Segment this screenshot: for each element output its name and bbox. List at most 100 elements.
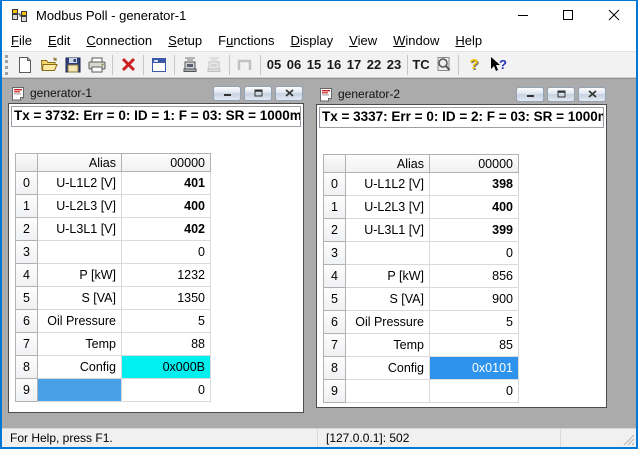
alias-cell-row-0[interactable]: U-L1L2 [V]: [38, 172, 122, 195]
row-header-0[interactable]: 0: [324, 173, 346, 196]
open-file-button[interactable]: [37, 54, 61, 76]
row-header-7[interactable]: 7: [324, 334, 346, 357]
row-header-4[interactable]: 4: [324, 265, 346, 288]
row-header-9[interactable]: 9: [16, 379, 38, 402]
value-cell-row-6[interactable]: 5: [430, 311, 519, 334]
row-header-3[interactable]: 3: [16, 241, 38, 264]
row-header-6[interactable]: 6: [324, 311, 346, 334]
toolbar-fc-22-button[interactable]: 22: [364, 54, 384, 76]
toolbar-fc-06-button[interactable]: 06: [284, 54, 304, 76]
value-cell-row-3[interactable]: 0: [430, 242, 519, 265]
about-help-button[interactable]: ?: [462, 54, 486, 76]
alias-cell-row-7[interactable]: Temp: [346, 334, 430, 357]
alias-cell-row-7[interactable]: Temp: [38, 333, 122, 356]
print-button[interactable]: [85, 54, 109, 76]
row-header-1[interactable]: 1: [324, 196, 346, 219]
alias-cell-row-9[interactable]: [38, 379, 122, 402]
grid-corner-cell[interactable]: [324, 155, 346, 173]
communication-traffic-button[interactable]: [431, 54, 455, 76]
value-cell-row-9[interactable]: 0: [430, 380, 519, 403]
row-header-8[interactable]: 8: [324, 357, 346, 380]
menu-file[interactable]: File: [3, 30, 40, 51]
tc-button[interactable]: TC: [411, 54, 431, 76]
save-file-button[interactable]: [61, 54, 85, 76]
row-header-6[interactable]: 6: [16, 310, 38, 333]
row-header-5[interactable]: 5: [16, 287, 38, 310]
resize-grip[interactable]: [622, 433, 635, 446]
alias-cell-row-6[interactable]: Oil Pressure: [38, 310, 122, 333]
child-minimize-button[interactable]: [213, 86, 241, 101]
alias-cell-row-4[interactable]: P [kW]: [346, 265, 430, 288]
row-header-2[interactable]: 2: [324, 219, 346, 242]
cancel-button[interactable]: [116, 54, 140, 76]
toolbar-fc-15-button[interactable]: 15: [304, 54, 324, 76]
maximize-button[interactable]: [546, 1, 591, 29]
minimize-button[interactable]: [501, 1, 546, 29]
toolbar-fc-17-button[interactable]: 17: [344, 54, 364, 76]
column-header-Alias[interactable]: Alias: [346, 155, 430, 173]
alias-cell-row-2[interactable]: U-L3L1 [V]: [346, 219, 430, 242]
title-bar[interactable]: Modbus Poll - generator-1: [2, 1, 636, 29]
context-help-button[interactable]: ?: [486, 54, 510, 76]
child-close-button[interactable]: [578, 87, 606, 102]
value-cell-row-4[interactable]: 856: [430, 265, 519, 288]
column-header-Alias[interactable]: Alias: [38, 154, 122, 172]
value-cell-row-5[interactable]: 1350: [122, 287, 211, 310]
poll-definition-button[interactable]: [178, 54, 202, 76]
value-cell-row-6[interactable]: 5: [122, 310, 211, 333]
alias-cell-row-5[interactable]: S [VA]: [346, 288, 430, 311]
value-cell-row-5[interactable]: 900: [430, 288, 519, 311]
child-restore-button[interactable]: [547, 87, 575, 102]
alias-cell-row-4[interactable]: P [kW]: [38, 264, 122, 287]
alias-cell-row-1[interactable]: U-L2L3 [V]: [38, 195, 122, 218]
value-cell-row-1[interactable]: 400: [430, 196, 519, 219]
value-cell-row-4[interactable]: 1232: [122, 264, 211, 287]
child-title-bar[interactable]: generator-2: [316, 84, 607, 104]
child-title-bar[interactable]: generator-1: [8, 83, 304, 103]
menu-window[interactable]: Window: [385, 30, 447, 51]
menu-view[interactable]: View: [341, 30, 385, 51]
value-cell-row-7[interactable]: 88: [122, 333, 211, 356]
alias-cell-row-2[interactable]: U-L3L1 [V]: [38, 218, 122, 241]
toolbar-fc-05-button[interactable]: 05: [264, 54, 284, 76]
alias-cell-row-9[interactable]: [346, 380, 430, 403]
row-header-3[interactable]: 3: [324, 242, 346, 265]
value-cell-row-8[interactable]: 0x0101: [430, 357, 519, 380]
alias-cell-row-1[interactable]: U-L2L3 [V]: [346, 196, 430, 219]
row-header-1[interactable]: 1: [16, 195, 38, 218]
alias-cell-row-0[interactable]: U-L1L2 [V]: [346, 173, 430, 196]
column-header-00000[interactable]: 00000: [430, 155, 519, 173]
alias-cell-row-5[interactable]: S [VA]: [38, 287, 122, 310]
app-icon[interactable]: [11, 7, 28, 23]
value-cell-row-7[interactable]: 85: [430, 334, 519, 357]
row-header-8[interactable]: 8: [16, 356, 38, 379]
menu-help[interactable]: Help: [447, 30, 490, 51]
value-cell-row-1[interactable]: 400: [122, 195, 211, 218]
row-header-9[interactable]: 9: [324, 380, 346, 403]
menu-connection[interactable]: Connection: [78, 30, 160, 51]
grid-corner-cell[interactable]: [16, 154, 38, 172]
alias-cell-row-6[interactable]: Oil Pressure: [346, 311, 430, 334]
menu-functions[interactable]: Functions: [210, 30, 282, 51]
column-header-00000[interactable]: 00000: [122, 154, 211, 172]
alias-cell-row-8[interactable]: Config: [38, 356, 122, 379]
child-minimize-button[interactable]: [516, 87, 544, 102]
new-file-button[interactable]: [13, 54, 37, 76]
alias-cell-row-8[interactable]: Config: [346, 357, 430, 380]
row-header-4[interactable]: 4: [16, 264, 38, 287]
toolbar-fc-23-button[interactable]: 23: [384, 54, 404, 76]
menu-edit[interactable]: Edit: [40, 30, 78, 51]
child-restore-button[interactable]: [244, 86, 272, 101]
row-header-2[interactable]: 2: [16, 218, 38, 241]
value-cell-row-2[interactable]: 399: [430, 219, 519, 242]
toolbar-grip[interactable]: [5, 55, 10, 75]
toolbar-fc-16-button[interactable]: 16: [324, 54, 344, 76]
value-cell-row-3[interactable]: 0: [122, 241, 211, 264]
menu-setup[interactable]: Setup: [160, 30, 210, 51]
value-cell-row-2[interactable]: 402: [122, 218, 211, 241]
row-header-5[interactable]: 5: [324, 288, 346, 311]
value-cell-row-9[interactable]: 0: [122, 379, 211, 402]
child-close-button[interactable]: [275, 86, 303, 101]
alias-cell-row-3[interactable]: [346, 242, 430, 265]
value-cell-row-0[interactable]: 401: [122, 172, 211, 195]
